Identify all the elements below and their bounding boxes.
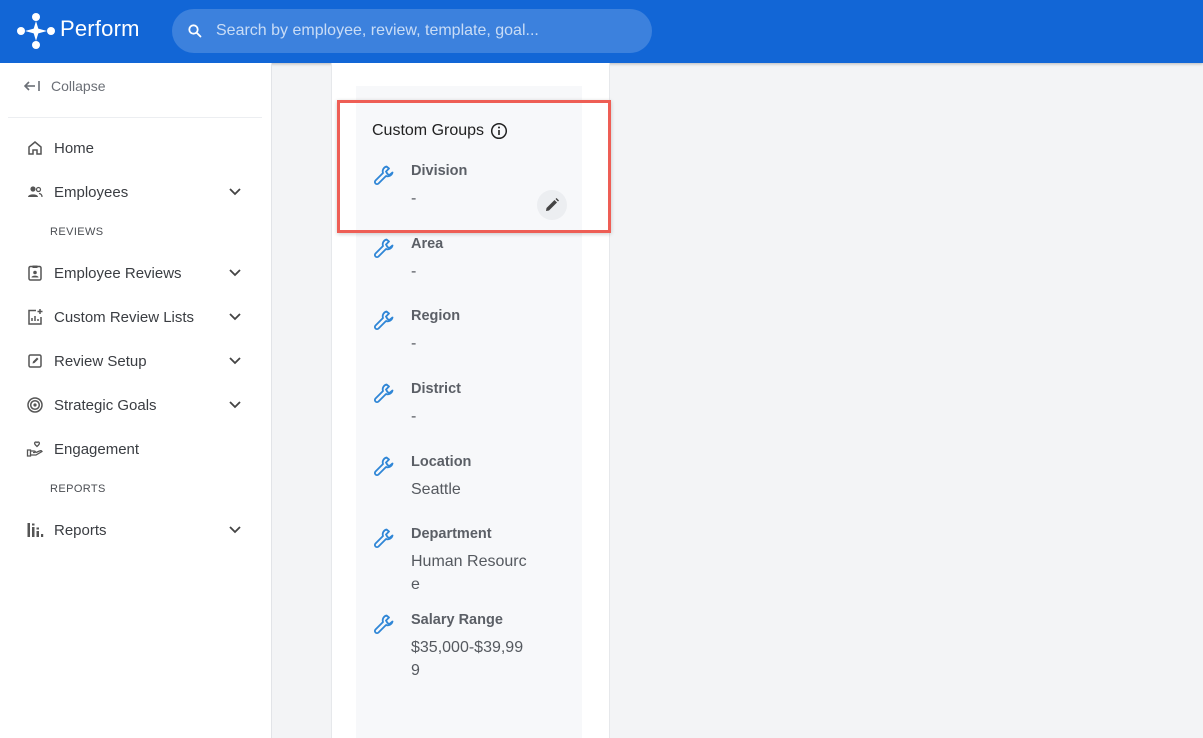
field-value: Seattle — [411, 481, 461, 498]
wrench-icon — [374, 456, 394, 476]
sidebar-item-reports[interactable]: Reports — [26, 519, 246, 541]
clipboard-icon — [26, 264, 44, 282]
collapse-button[interactable]: Collapse — [24, 77, 105, 95]
sidebar-item-employees[interactable]: Employees — [26, 181, 246, 203]
top-bar: Perform — [0, 0, 1203, 63]
wrench-icon — [374, 383, 394, 403]
sidebar-item-home[interactable]: Home — [26, 137, 246, 159]
field-value: - — [411, 335, 417, 352]
search-box[interactable] — [172, 9, 652, 53]
field-value: Human Resource — [411, 553, 527, 593]
sidebar-item-label: Review Setup — [54, 352, 147, 370]
field-label: Area — [411, 236, 444, 252]
sidebar-item-review-setup[interactable]: Review Setup — [26, 350, 246, 372]
sidebar-item-employee-reviews[interactable]: Employee Reviews — [26, 262, 246, 284]
field-label: Location — [411, 454, 472, 470]
sidebar-item-label: Employees — [54, 183, 129, 201]
highlight-box — [337, 100, 611, 233]
chevron-down-icon[interactable] — [228, 310, 242, 324]
sidebar-item-label: Reports — [54, 521, 107, 539]
sidebar: Collapse Home Employees REVIEWS Employee… — [0, 63, 272, 738]
field-label: District — [411, 381, 461, 397]
sidebar-divider — [8, 117, 262, 118]
section-label-reviews: REVIEWS — [50, 226, 104, 238]
brand-name: Perform — [60, 16, 140, 41]
chevron-down-icon[interactable] — [228, 185, 242, 199]
perform-logo-icon[interactable] — [16, 12, 56, 50]
collapse-label: Collapse — [51, 78, 106, 94]
field-label: Salary Range — [411, 612, 503, 628]
field-value: $35,000-$39,999 — [411, 639, 524, 679]
sidebar-item-label: Strategic Goals — [54, 396, 157, 414]
sidebar-item-label: Employee Reviews — [54, 264, 182, 282]
sidebar-item-label: Custom Review Lists — [54, 308, 195, 326]
search-icon — [188, 24, 202, 38]
sidebar-item-strategic-goals[interactable]: Strategic Goals — [26, 394, 246, 416]
sidebar-item-label: Engagement — [54, 440, 140, 458]
home-icon — [26, 139, 44, 157]
field-label: Region — [411, 308, 461, 324]
field-label: Department — [411, 526, 492, 542]
collapse-arrow-icon — [24, 81, 40, 91]
wrench-icon — [374, 528, 394, 548]
chevron-down-icon[interactable] — [228, 398, 242, 412]
chart-plus-icon — [26, 308, 44, 326]
sidebar-item-custom-review-lists[interactable]: Custom Review Lists — [26, 306, 246, 328]
chevron-down-icon[interactable] — [228, 266, 242, 280]
sidebar-item-label: Home — [54, 139, 95, 157]
wrench-icon — [374, 310, 394, 330]
wrench-icon — [374, 238, 394, 258]
chevron-down-icon[interactable] — [228, 354, 242, 368]
target-icon — [26, 396, 44, 414]
bar-chart-icon — [26, 521, 44, 539]
field-value: - — [411, 263, 417, 280]
wrench-icon — [374, 614, 394, 634]
section-label-reports: REPORTS — [50, 483, 106, 495]
edit-square-icon — [26, 352, 44, 370]
people-icon — [26, 183, 44, 201]
search-input[interactable] — [216, 9, 636, 53]
sidebar-item-engagement[interactable]: Engagement — [26, 438, 246, 460]
hand-heart-icon — [26, 440, 44, 458]
field-value: - — [411, 408, 417, 425]
chevron-down-icon[interactable] — [228, 523, 242, 537]
